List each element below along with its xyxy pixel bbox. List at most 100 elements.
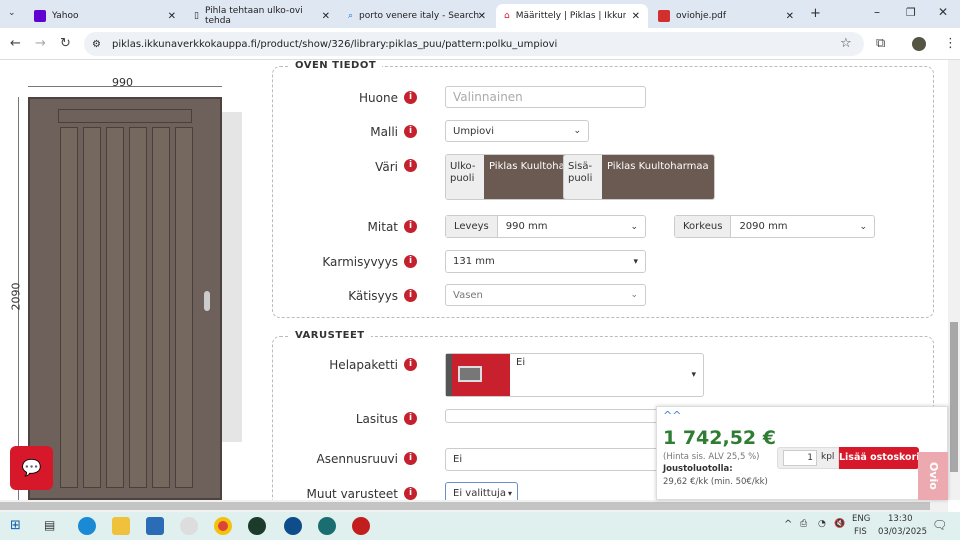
app-c-icon[interactable] (284, 517, 302, 535)
url-input[interactable]: ⚙ piklas.ikkunaverkkokauppa.fi/product/sh… (84, 32, 864, 56)
clock-time[interactable]: 13:30 (888, 514, 913, 524)
task-view-icon[interactable]: ▤ (44, 518, 55, 532)
chevron-down-icon: ⌄ (630, 221, 638, 232)
app-red-icon[interactable] (352, 517, 370, 535)
mitat-label: Mitat (367, 220, 398, 234)
info-icon[interactable]: i (404, 159, 417, 172)
tab-list-icon[interactable]: ⌄ (8, 8, 16, 18)
asennusruuvi-value: Ei (453, 454, 463, 465)
info-icon[interactable]: i (404, 358, 417, 371)
info-icon[interactable]: i (404, 91, 417, 104)
height-value: 2090 mm (739, 221, 788, 232)
side-tab[interactable]: Ovio (918, 452, 948, 500)
forward-icon[interactable]: → (35, 36, 46, 51)
price-total: 1 742,52 € (663, 427, 776, 449)
search-icon: ⌕ (348, 11, 354, 21)
width-value: 990 mm (505, 221, 548, 232)
language-indicator[interactable]: ENG (852, 514, 870, 524)
scrollbar-thumb[interactable] (950, 322, 958, 472)
file-explorer-icon[interactable] (112, 517, 130, 535)
chrome-icon[interactable] (214, 517, 232, 535)
wifi-icon[interactable]: ◔ (818, 519, 826, 529)
store-icon[interactable] (146, 517, 164, 535)
address-bar-row: ← → ↻ ⚙ piklas.ikkunaverkkokauppa.fi/prod… (0, 28, 960, 60)
inside-label: Sisä-puoli (564, 155, 602, 199)
helapaketti-label: Helapaketti (329, 358, 398, 372)
asennusruuvi-label: Asennusruuvi (316, 452, 399, 466)
bookmark-star-icon[interactable]: ☆ (840, 36, 852, 51)
tab-bar: ⌄ Yahoo ✕ ▯ Pihla tehtaan ulko-ovi tehda ✕ … (0, 0, 960, 28)
collapse-chevron-icon[interactable]: ^^ (663, 409, 681, 422)
tab-search[interactable]: ⌕ porto venere italy - Search ✕ (340, 4, 494, 28)
chat-button[interactable]: 💬 (10, 446, 53, 490)
keyboard-layout[interactable]: FIS (854, 527, 867, 537)
yahoo-icon (34, 10, 46, 22)
height-addon: Korkeus (675, 216, 732, 237)
tab-title: oviohje.pdf (676, 11, 727, 21)
door-height-label: 2090 (9, 282, 23, 311)
site-info-icon[interactable]: ⚙ (92, 39, 101, 50)
tab-pihla[interactable]: ▯ Pihla tehtaan ulko-ovi tehda ✕ (186, 4, 338, 28)
tab-yahoo[interactable]: Yahoo ✕ (26, 4, 184, 28)
karmisyvyys-select[interactable]: 131 mm ▾ (445, 250, 646, 273)
info-icon[interactable]: i (404, 412, 417, 425)
back-icon[interactable]: ← (10, 36, 21, 51)
horizontal-scrollbar[interactable] (0, 500, 948, 512)
tab-pdf[interactable]: oviohje.pdf ✕ (650, 4, 802, 28)
katisyys-select[interactable]: Vasen ⌄ (445, 284, 646, 306)
height-select[interactable]: Korkeus 2090 mm ⌄ (674, 215, 875, 238)
huone-placeholder: Valinnainen (453, 90, 523, 104)
clock-date[interactable]: 03/03/2025 (878, 527, 927, 537)
close-tab-icon[interactable]: ✕ (478, 11, 486, 22)
close-tab-icon[interactable]: ✕ (322, 11, 330, 22)
chevron-down-icon: ⌄ (859, 221, 867, 232)
quantity-unit: kpl (821, 452, 835, 462)
vari-label: Väri (375, 160, 398, 174)
profile-avatar[interactable] (912, 37, 926, 51)
scrollbar-thumb[interactable] (0, 502, 930, 510)
malli-value: Umpiovi (453, 125, 495, 137)
app-u-icon[interactable] (248, 517, 266, 535)
new-tab-icon[interactable]: + (810, 6, 821, 21)
minimize-icon[interactable]: – (874, 5, 880, 19)
vat-note: (Hinta sis. ALV 25,5 %) (663, 452, 760, 462)
menu-icon[interactable]: ⋮ (944, 36, 957, 51)
info-icon[interactable]: i (404, 220, 417, 233)
close-tab-icon[interactable]: ✕ (632, 11, 640, 22)
muut-select[interactable]: Ei valittuja ▾ (445, 482, 518, 500)
outside-label: Ulko-puoli (446, 155, 484, 199)
network-icon[interactable]: ⎙ (800, 519, 807, 529)
close-window-icon[interactable]: ✕ (938, 5, 948, 19)
vertical-scrollbar[interactable] (948, 60, 960, 500)
malli-select[interactable]: Umpiovi ⌄ (445, 120, 589, 142)
door-image (28, 97, 222, 500)
app-v-icon[interactable] (318, 517, 336, 535)
info-icon[interactable]: i (404, 452, 417, 465)
extensions-icon[interactable]: ⧉ (876, 36, 885, 51)
huone-input[interactable]: Valinnainen (445, 86, 646, 108)
notifications-icon[interactable]: 🗨 (932, 518, 947, 532)
helapaketti-select[interactable]: Ei ▾ (445, 353, 704, 397)
katisyys-value: Vasen (453, 289, 483, 301)
volume-muted-icon[interactable]: 🔇 (834, 519, 845, 529)
tab-piklas[interactable]: ⌂ Määrittely | Piklas | Ikkunat ja ✕ (496, 4, 648, 28)
tray-chevron-icon[interactable]: ^ (784, 519, 792, 530)
hp-icon[interactable] (180, 517, 198, 535)
url-text: piklas.ikkunaverkkokauppa.fi/product/sho… (112, 38, 558, 50)
info-icon[interactable]: i (404, 487, 417, 500)
add-to-cart-button[interactable]: Lisää ostoskoriin (839, 447, 930, 469)
info-icon[interactable]: i (404, 289, 417, 302)
inside-color-picker[interactable]: Sisä-puoli Piklas Kuultoharmaa (563, 154, 715, 200)
caret-down-icon: ▾ (507, 488, 512, 498)
width-select[interactable]: Leveys 990 mm ⌄ (445, 215, 646, 238)
tab-title: Yahoo (52, 11, 79, 21)
info-icon[interactable]: i (404, 125, 417, 138)
close-tab-icon[interactable]: ✕ (786, 11, 794, 22)
close-tab-icon[interactable]: ✕ (168, 11, 176, 22)
edge-icon[interactable] (78, 517, 96, 535)
info-icon[interactable]: i (404, 255, 417, 268)
windows-start-icon[interactable]: ⊞ (10, 518, 21, 533)
restore-icon[interactable]: ❐ (906, 6, 916, 19)
quantity-input[interactable]: 1 (783, 450, 817, 466)
reload-icon[interactable]: ↻ (60, 36, 71, 51)
